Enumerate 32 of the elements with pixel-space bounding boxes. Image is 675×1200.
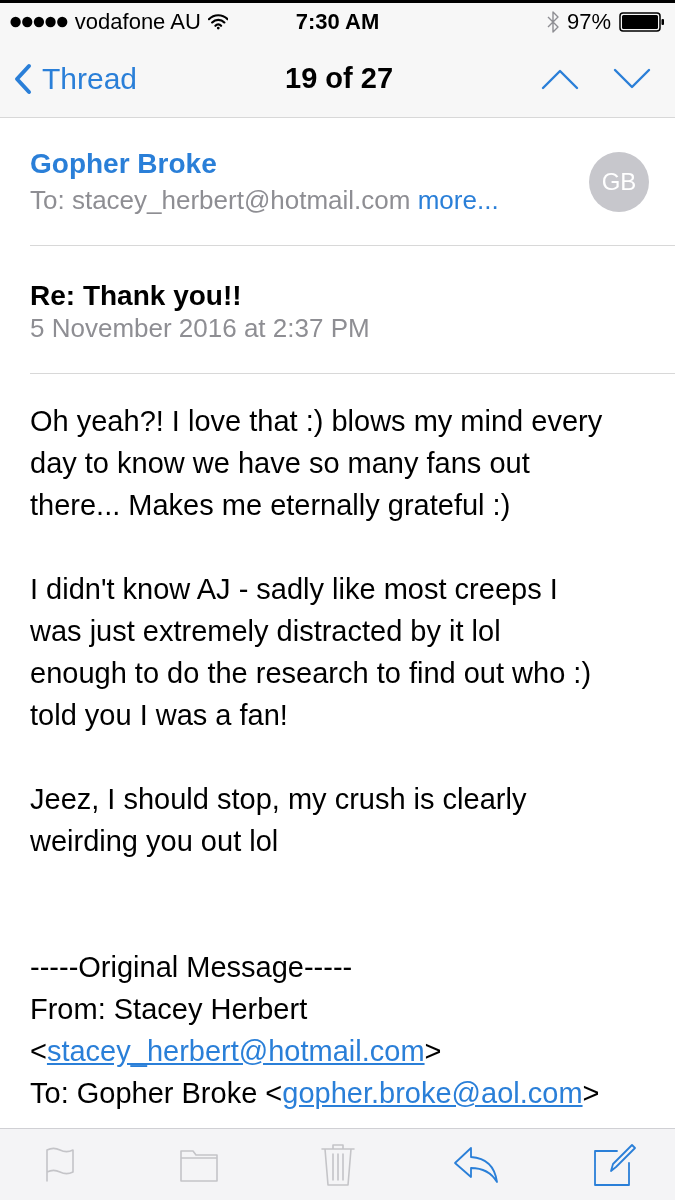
recipient-line: To: stacey_herbert@hotmail.com more... bbox=[30, 184, 499, 217]
back-button[interactable]: Thread bbox=[14, 56, 138, 101]
wifi-icon bbox=[207, 13, 229, 30]
message-paragraph: Oh yeah?! I love that :) blows my mind every day to know we have so many fans out there... Makes me eternally grateful :) bbox=[30, 404, 603, 523]
thread-position-title: 19 of 27 bbox=[285, 60, 394, 96]
previous-message-button[interactable] bbox=[541, 67, 579, 90]
battery-icon bbox=[619, 11, 665, 32]
next-message-button[interactable] bbox=[613, 67, 651, 90]
signal-icon bbox=[10, 15, 68, 28]
quoted-message-heading: -----Original Message----- bbox=[30, 950, 353, 985]
back-chevron-icon bbox=[14, 62, 32, 95]
subject-title: Re: Thank you!! bbox=[30, 279, 242, 312]
down-chevron-icon bbox=[613, 67, 651, 90]
reply-icon bbox=[453, 1145, 500, 1184]
clock-time: 7:30 AM bbox=[295, 8, 380, 36]
trash-icon bbox=[319, 1142, 356, 1187]
battery-percentage: 97% bbox=[566, 8, 611, 36]
compose-icon bbox=[593, 1142, 637, 1187]
sent-date: 5 November 2016 at 2:37 PM bbox=[30, 312, 370, 345]
flag-icon bbox=[44, 1146, 76, 1183]
more-link[interactable]: more... bbox=[417, 185, 499, 215]
bluetooth-icon bbox=[546, 10, 559, 33]
quoted-header-line: From: Stacey Herbert bbox=[30, 992, 308, 1027]
quoted-header-line: <stacey_herbert@hotmail.com> bbox=[30, 1034, 442, 1069]
up-chevron-icon bbox=[541, 67, 579, 90]
sender-name[interactable]: Gopher Broke bbox=[30, 146, 217, 182]
carrier-label: vodafone AU bbox=[74, 8, 201, 36]
quoted-header-line: To: Gopher Broke <gopher.broke@aol.com> bbox=[30, 1076, 600, 1111]
message-paragraph: I didn't know AJ - sadly like most creeps I was just extremely distracted by it lol enough to do the research to find out who :) told you I was a fan! bbox=[30, 572, 592, 733]
message-paragraph: Jeez, I should stop, my crush is clearly weirding you out lol bbox=[30, 782, 527, 859]
email-link[interactable]: stacey_herbert@hotmail.com bbox=[46, 1035, 425, 1067]
email-link[interactable]: gopher.broke@aol.com bbox=[282, 1077, 583, 1109]
